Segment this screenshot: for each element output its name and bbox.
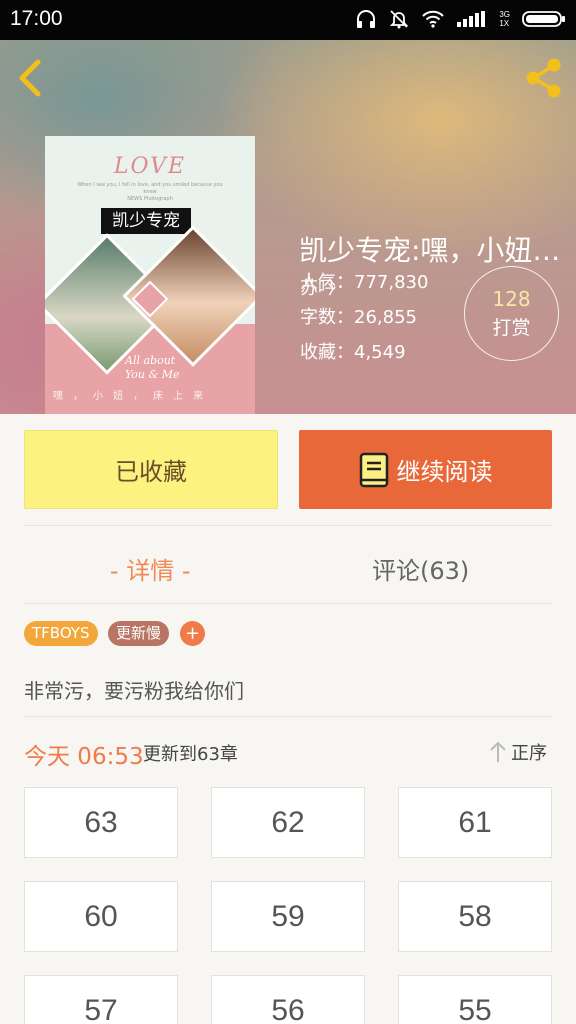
chapter-button[interactable]: 58 bbox=[398, 881, 552, 952]
book-cover[interactable]: LOVE When I see you, I fell in love, and… bbox=[45, 136, 255, 414]
cover-title: 凯少专宠 bbox=[101, 208, 191, 234]
favorited-button[interactable]: 已收藏 bbox=[24, 430, 278, 509]
back-button[interactable] bbox=[14, 58, 50, 98]
status-time: 17:00 bbox=[10, 7, 63, 30]
word-count-stat: 字数：26,855 bbox=[300, 307, 417, 328]
network-type-bottom: 1X bbox=[499, 19, 510, 28]
wifi-icon bbox=[421, 10, 445, 28]
favorited-label: 已收藏 bbox=[115, 458, 187, 486]
status-icons: 3G 1X bbox=[355, 9, 566, 29]
reward-label: 打赏 bbox=[492, 317, 531, 339]
cover-caption: NEWS Photograph bbox=[127, 196, 173, 202]
popularity-stat: 人气：777,830 bbox=[300, 272, 429, 293]
cover-heading: LOVE bbox=[113, 154, 187, 179]
continue-reading-label: 继续阅读 bbox=[396, 458, 493, 486]
reward-button[interactable]: 128 打赏 bbox=[464, 266, 559, 361]
sort-order-button[interactable]: 正序 bbox=[489, 739, 547, 765]
divider bbox=[24, 525, 552, 526]
chapter-button[interactable]: 59 bbox=[211, 881, 365, 952]
book-title: 凯少专宠:嘿，小妞… bbox=[299, 234, 561, 267]
favorites-stat: 收藏：4,549 bbox=[300, 342, 406, 363]
signal-icon bbox=[457, 11, 487, 27]
cover-script-line2: You & Me bbox=[125, 368, 180, 381]
arrow-up-icon bbox=[490, 741, 506, 762]
divider bbox=[24, 716, 552, 717]
chapter-button[interactable]: 62 bbox=[211, 787, 365, 858]
update-status: 更新到63章 bbox=[143, 744, 238, 765]
reward-count: 128 bbox=[492, 287, 531, 311]
status-bar: 17:00 3G 1X bbox=[0, 0, 576, 40]
cover-script: All about You & Me bbox=[125, 354, 180, 382]
add-tag-button[interactable]: + bbox=[180, 621, 205, 646]
cover-bottom-text: 嘿，小妞，床上来 bbox=[53, 391, 213, 402]
cover-script-line1: All about bbox=[125, 354, 176, 367]
chapter-button[interactable]: 56 bbox=[211, 975, 365, 1024]
share-icon bbox=[526, 58, 561, 98]
tab-comments[interactable]: 评论(63) bbox=[372, 551, 469, 586]
book-header: LOVE When I see you, I fell in love, and… bbox=[0, 40, 576, 414]
chapter-button[interactable]: 55 bbox=[398, 975, 552, 1024]
tab-details[interactable]: - 详情 - bbox=[110, 551, 191, 586]
book-description: 非常污，要污粉我给你们 bbox=[24, 679, 244, 703]
cover-subtext: When I see you, I fell in love, and you … bbox=[75, 182, 225, 203]
book-icon bbox=[359, 452, 388, 487]
mute-bell-icon bbox=[389, 9, 409, 29]
battery-icon bbox=[522, 10, 566, 28]
chapter-button[interactable]: 57 bbox=[24, 975, 178, 1024]
update-time: 今天 06:53 bbox=[24, 744, 144, 770]
chapter-button[interactable]: 60 bbox=[24, 881, 178, 952]
chapter-button[interactable]: 61 bbox=[398, 787, 552, 858]
sort-order-label: 正序 bbox=[511, 743, 547, 764]
headphones-icon bbox=[355, 9, 377, 29]
network-type: 3G 1X bbox=[499, 10, 510, 28]
cover-subtext-line: When I see you, I fell in love, and you … bbox=[77, 182, 223, 195]
tag-tfboys[interactable]: TFBOYS bbox=[24, 621, 98, 646]
book-detail-content: 已收藏 继续阅读 - 详情 - 评论(63) TFBOYS 更新慢 + 非常污，… bbox=[0, 414, 576, 1024]
share-button[interactable] bbox=[522, 56, 566, 100]
chevron-left-icon bbox=[19, 59, 41, 97]
network-type-top: 3G bbox=[499, 10, 510, 19]
continue-reading-button[interactable]: 继续阅读 bbox=[299, 430, 552, 509]
chapter-button[interactable]: 63 bbox=[24, 787, 178, 858]
divider bbox=[24, 603, 552, 604]
tag-slow-update[interactable]: 更新慢 bbox=[108, 621, 170, 646]
